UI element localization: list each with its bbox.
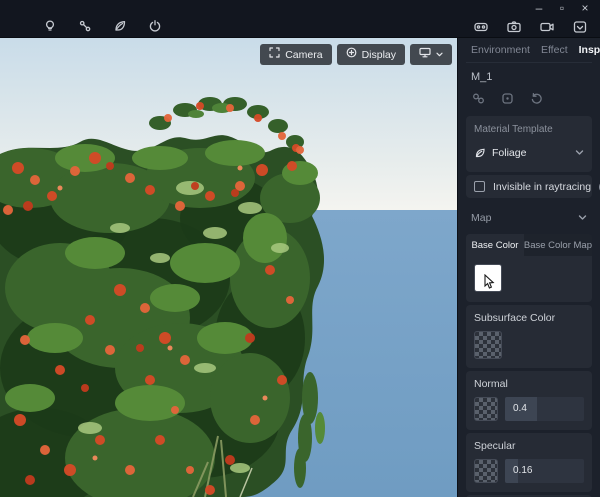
viewport[interactable]: Camera Display: [0, 38, 457, 497]
normal-card: Normal 0.4: [466, 371, 592, 430]
specular-map-swatch[interactable]: [474, 459, 498, 483]
plant: [0, 97, 325, 497]
display-button-label: Display: [362, 48, 396, 62]
link-icon[interactable]: [471, 91, 486, 106]
subsurface-color-swatch[interactable]: [474, 331, 502, 359]
tab-base-color[interactable]: Base Color: [466, 234, 524, 256]
normal-slider[interactable]: 0.4: [505, 397, 584, 421]
maximize-icon[interactable]: ▫: [555, 1, 569, 15]
viewfinder-icon: [269, 47, 280, 62]
specular-label: Specular: [474, 440, 584, 452]
camera-button[interactable]: Camera: [260, 44, 331, 65]
invisible-raytracing-checkbox[interactable]: [474, 181, 485, 192]
viewport-canvas[interactable]: [0, 38, 457, 497]
map-section-title: Map: [471, 212, 491, 224]
normal-map-swatch[interactable]: [474, 397, 498, 421]
toolbar-left-icons: [42, 18, 163, 34]
chevron-down-icon: [575, 144, 584, 162]
power-icon[interactable]: [147, 18, 163, 34]
mouse-cursor: [484, 274, 498, 295]
window-controls: – ▫ ×: [532, 1, 592, 15]
foliage-icon[interactable]: [112, 18, 128, 34]
reset-icon[interactable]: [529, 91, 544, 106]
tab-effect[interactable]: Effect: [541, 44, 568, 56]
close-icon[interactable]: ×: [578, 1, 592, 15]
invisible-raytracing-row: Invisible in raytracing ?: [466, 175, 592, 198]
app-window: – ▫ ×: [0, 0, 600, 497]
material-template-dropdown[interactable]: Foliage: [474, 144, 584, 162]
specular-value: 0.16: [505, 459, 584, 483]
map-section-header[interactable]: Map: [471, 209, 587, 227]
tab-inspector[interactable]: Inspector: [579, 44, 600, 56]
monitor-dropdown-button[interactable]: [410, 44, 452, 65]
normal-value: 0.4: [505, 397, 584, 421]
material-template-value: Foliage: [492, 147, 526, 159]
link-icon[interactable]: [77, 18, 93, 34]
chevron-down-icon: [436, 48, 443, 62]
viewport-buttons: Camera Display: [260, 44, 452, 65]
toolbar-right-icons: [473, 19, 588, 35]
display-button[interactable]: Display: [337, 44, 405, 65]
normal-label: Normal: [474, 378, 584, 390]
inspector-panel: Environment Effect Inspector M_1 Materia…: [457, 38, 600, 497]
light-icon[interactable]: [42, 18, 58, 34]
chevron-down-icon: [578, 209, 587, 227]
material-name: M_1: [471, 71, 592, 83]
monitor-icon: [419, 47, 431, 62]
display-icon: [346, 47, 357, 62]
minimize-icon[interactable]: –: [532, 1, 546, 15]
material-action-icons: [471, 91, 592, 106]
subsurface-color-label: Subsurface Color: [474, 312, 584, 324]
invisible-raytracing-label: Invisible in raytracing: [493, 181, 591, 193]
base-color-swatch[interactable]: [474, 264, 502, 292]
material-template-card: Material Template Foliage: [466, 116, 592, 172]
top-toolbar: – ▫ ×: [0, 0, 600, 38]
render-icon[interactable]: [473, 19, 489, 35]
leaf-icon: [474, 147, 486, 159]
camera-icon[interactable]: [506, 19, 522, 35]
tab-base-color-map[interactable]: Base Color Map: [524, 234, 592, 256]
tab-environment[interactable]: Environment: [471, 44, 530, 56]
export-icon[interactable]: [572, 19, 588, 35]
base-color-card: Base Color Base Color Map: [466, 234, 592, 302]
locate-icon[interactable]: [500, 91, 515, 106]
panel-tab-bar: Environment Effect Inspector: [466, 38, 592, 63]
material-template-label: Material Template: [474, 124, 584, 135]
camera-button-label: Camera: [285, 48, 322, 62]
specular-slider[interactable]: 0.16: [505, 459, 584, 483]
base-color-tabs: Base Color Base Color Map: [466, 234, 592, 256]
subsurface-color-card: Subsurface Color: [466, 305, 592, 368]
video-icon[interactable]: [539, 19, 555, 35]
specular-card: Specular 0.16: [466, 433, 592, 492]
